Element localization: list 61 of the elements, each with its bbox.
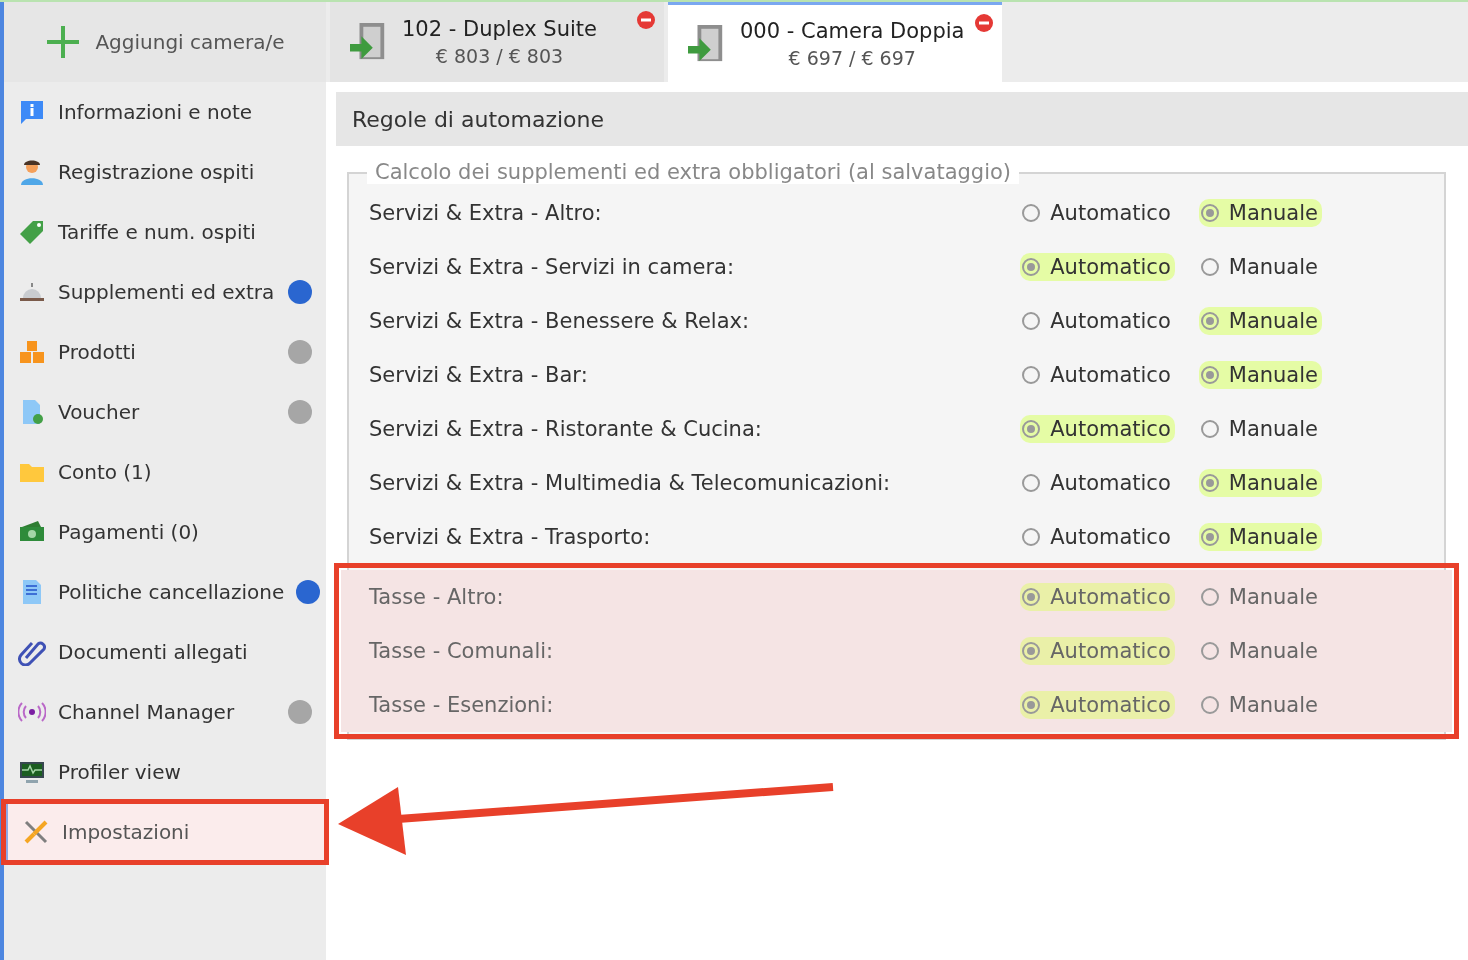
room-price: € 803 / € 803 <box>435 45 564 67</box>
rule-label: Tasse - Esenzioni: <box>368 693 555 717</box>
radio-option[interactable]: Manuale <box>1198 253 1322 281</box>
rule-label: Servizi & Extra - Bar: <box>368 363 589 387</box>
price-tag-icon <box>18 218 46 246</box>
room-title: 102 - Duplex Suite <box>402 17 597 41</box>
boxes-icon <box>18 338 46 366</box>
radio-option[interactable]: Automatico <box>1020 253 1175 281</box>
section-title: Regole di automazione <box>336 92 1468 146</box>
info-icon <box>18 98 46 126</box>
paperclip-icon <box>18 638 46 666</box>
sidebar-item[interactable]: Politiche cancellazione <box>4 562 326 622</box>
radio-option[interactable]: Automatico <box>1020 523 1175 551</box>
close-icon[interactable] <box>636 10 656 30</box>
sidebar-item[interactable]: Voucher <box>4 382 326 442</box>
person-icon <box>18 158 46 186</box>
sidebar-item[interactable]: Channel Manager <box>4 682 326 742</box>
sidebar-item[interactable]: Profiler view <box>4 742 326 802</box>
radio-option[interactable]: Manuale <box>1198 199 1322 227</box>
radio-option[interactable]: Automatico <box>1020 691 1175 719</box>
radio-option[interactable]: Manuale <box>1198 307 1322 335</box>
rule-label: Servizi & Extra - Trasporto: <box>368 525 652 549</box>
radio-option[interactable]: Automatico <box>1020 415 1175 443</box>
radio-option[interactable]: Automatico <box>1020 307 1175 335</box>
group-legend: Calcolo dei supplementi ed extra obbligatori (al salvataggio) <box>367 160 1020 184</box>
radio-option[interactable]: Manuale <box>1198 361 1322 389</box>
sidebar-item[interactable]: Conto (1) <box>4 442 326 502</box>
radio-option[interactable]: Manuale <box>1198 691 1322 719</box>
radio-option[interactable]: Manuale <box>1198 415 1322 443</box>
radio-option[interactable]: Automatico <box>1020 583 1175 611</box>
radio-option[interactable]: Automatico <box>1020 199 1175 227</box>
sidebar-item[interactable]: Informazioni e note <box>4 82 326 142</box>
rule-label: Servizi & Extra - Benessere & Relax: <box>368 309 751 333</box>
room-tab[interactable]: 102 - Duplex Suite € 803 / € 803 <box>330 2 664 82</box>
radio-option[interactable]: Manuale <box>1198 583 1322 611</box>
radio-option[interactable]: Automatico <box>1020 637 1175 665</box>
sidebar-item[interactable]: Documenti allegati <box>4 622 326 682</box>
room-title: 000 - Camera Doppia <box>740 18 965 43</box>
room-tab[interactable]: 000 - Camera Doppia € 697 / € 697 <box>668 2 1002 82</box>
sidebar-item[interactable]: Registrazione ospiti <box>4 142 326 202</box>
sidebar-item[interactable]: Prodotti <box>4 322 326 382</box>
sidebar-item[interactable]: Tariffe e num. ospiti <box>4 202 326 262</box>
sidebar-item[interactable]: Pagamenti (0) <box>4 502 326 562</box>
plus-icon <box>45 24 82 60</box>
rule-label: Servizi & Extra - Multimedia & Telecomunicazioni: <box>368 471 892 495</box>
sidebar-item[interactable]: Impostazioni <box>4 802 326 862</box>
close-icon[interactable] <box>974 13 994 33</box>
radio-option[interactable]: Manuale <box>1198 469 1322 497</box>
radio-option[interactable]: Automatico <box>1020 361 1175 389</box>
rule-label: Servizi & Extra - Ristorante & Cucina: <box>368 417 763 441</box>
rule-label: Tasse - Altro: <box>368 585 505 609</box>
radio-option[interactable]: Automatico <box>1020 469 1175 497</box>
room-price: € 697 / € 697 <box>788 46 916 69</box>
radio-option[interactable]: Manuale <box>1198 523 1322 551</box>
add-room-button[interactable]: Aggiungi camera/e <box>4 2 326 82</box>
radio-option[interactable]: Manuale <box>1198 637 1322 665</box>
rule-label: Servizi & Extra - Servizi in camera: <box>368 255 735 279</box>
rule-label: Tasse - Comunali: <box>368 639 555 663</box>
tools-icon <box>22 818 50 846</box>
rule-label: Servizi & Extra - Altro: <box>368 201 603 225</box>
sidebar-item[interactable]: Supplementi ed extra <box>4 262 326 322</box>
